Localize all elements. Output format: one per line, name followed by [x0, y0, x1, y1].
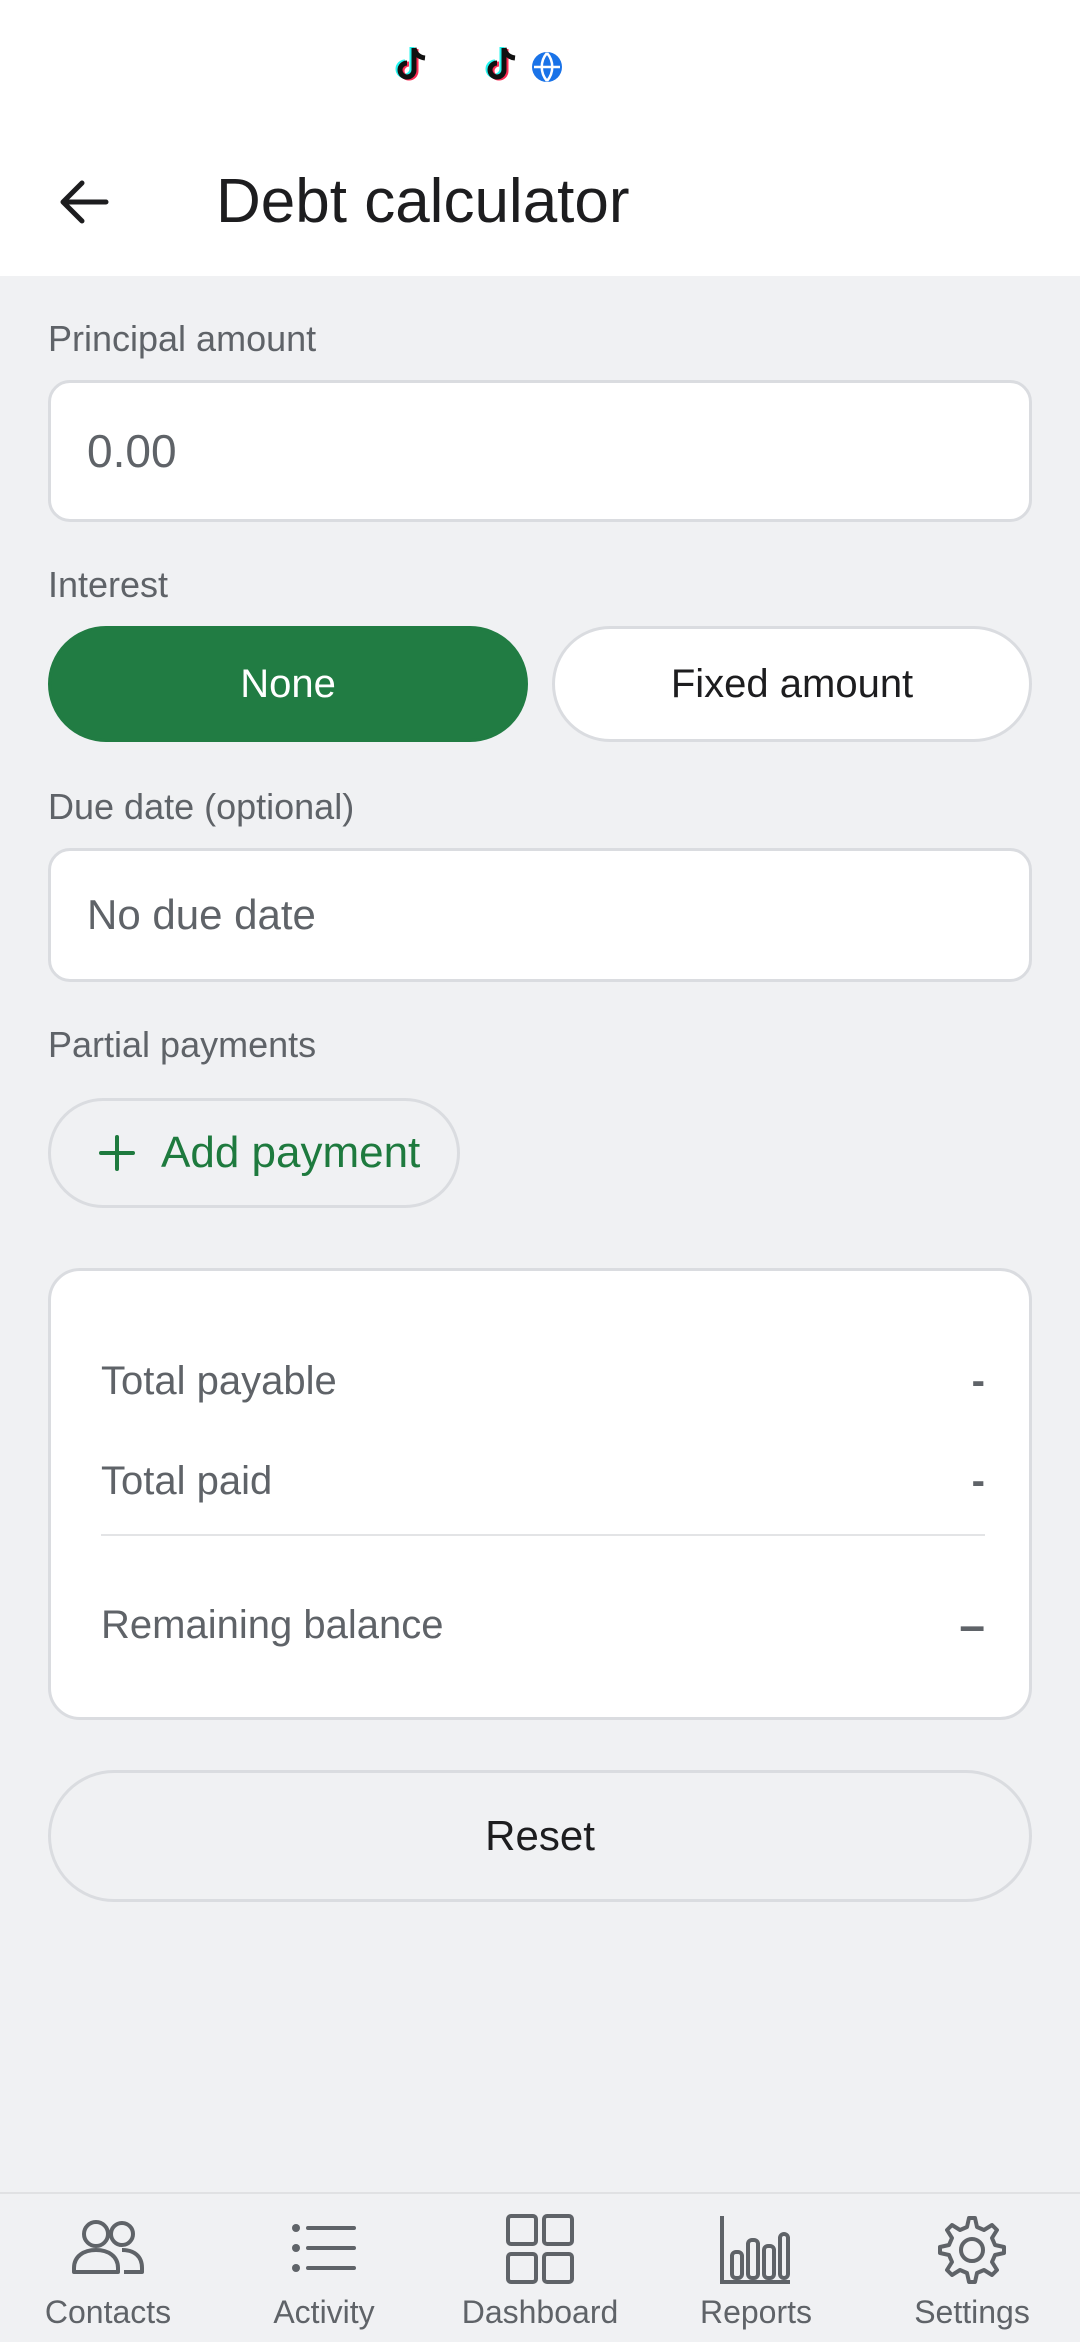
back-button[interactable] — [42, 160, 126, 244]
status-bar — [0, 0, 1080, 130]
interest-option-none[interactable]: None — [48, 626, 528, 742]
tiktok-icon — [395, 47, 426, 81]
app-bar: Debt calculator — [0, 130, 1080, 276]
remaining-balance-label: Remaining balance — [101, 1602, 444, 1647]
nav-label-activity: Activity — [273, 2294, 375, 2330]
grid-icon — [506, 2214, 574, 2284]
total-paid-label: Total paid — [101, 1458, 273, 1503]
gear-icon — [938, 2216, 1006, 2284]
reset-button[interactable]: Reset — [48, 1770, 1032, 1902]
due-date-value: No due date — [87, 891, 316, 938]
nav-item-settings[interactable]: Settings — [864, 2194, 1080, 2342]
remaining-balance-row: Remaining balance – — [101, 1595, 985, 1655]
bottom-navigation: Contacts Activity Dashboard Reports Sett… — [0, 2192, 1080, 2340]
total-payable-value: - — [971, 1358, 985, 1403]
interest-option-fixed-amount[interactable]: Fixed amount — [552, 626, 1032, 742]
nav-label-reports: Reports — [699, 2294, 813, 2330]
globe-icon — [532, 52, 562, 82]
nav-item-contacts[interactable]: Contacts — [0, 2194, 216, 2342]
nav-item-activity[interactable]: Activity — [216, 2194, 432, 2342]
list-icon — [292, 2224, 356, 2272]
nav-label-settings: Settings — [914, 2294, 1030, 2330]
add-payment-label: Add payment — [161, 1128, 421, 1177]
total-payable-row: Total payable - — [101, 1351, 985, 1411]
due-date-label: Due date (optional) — [48, 786, 355, 827]
principal-amount-placeholder: 0.00 — [87, 425, 177, 477]
principal-amount-input[interactable]: 0.00 — [48, 380, 1032, 522]
total-paid-value: - — [971, 1458, 985, 1503]
total-paid-row: Total paid - — [101, 1451, 985, 1511]
bar-chart-icon — [720, 2216, 790, 2284]
remaining-balance-value: – — [959, 1599, 985, 1651]
nav-item-reports[interactable]: Reports — [648, 2194, 864, 2342]
total-payable-label: Total payable — [101, 1358, 337, 1403]
summary-divider — [101, 1534, 985, 1536]
tiktok-icon — [485, 47, 516, 81]
nav-label-dashboard: Dashboard — [461, 2294, 619, 2330]
people-icon — [72, 2220, 144, 2274]
nav-item-dashboard[interactable]: Dashboard — [432, 2194, 648, 2342]
partial-payments-label: Partial payments — [48, 1024, 317, 1065]
principal-amount-label: Principal amount — [48, 318, 317, 359]
summary-card: Total payable - Total paid - Remaining b… — [48, 1268, 1032, 1720]
plus-icon — [99, 1135, 135, 1171]
page-title: Debt calculator — [216, 167, 630, 236]
due-date-field[interactable]: No due date — [48, 848, 1032, 982]
arrow-back-icon — [60, 180, 109, 224]
interest-label: Interest — [48, 564, 169, 605]
nav-label-contacts: Contacts — [44, 2294, 172, 2330]
add-payment-button[interactable]: Add payment — [48, 1098, 460, 1208]
